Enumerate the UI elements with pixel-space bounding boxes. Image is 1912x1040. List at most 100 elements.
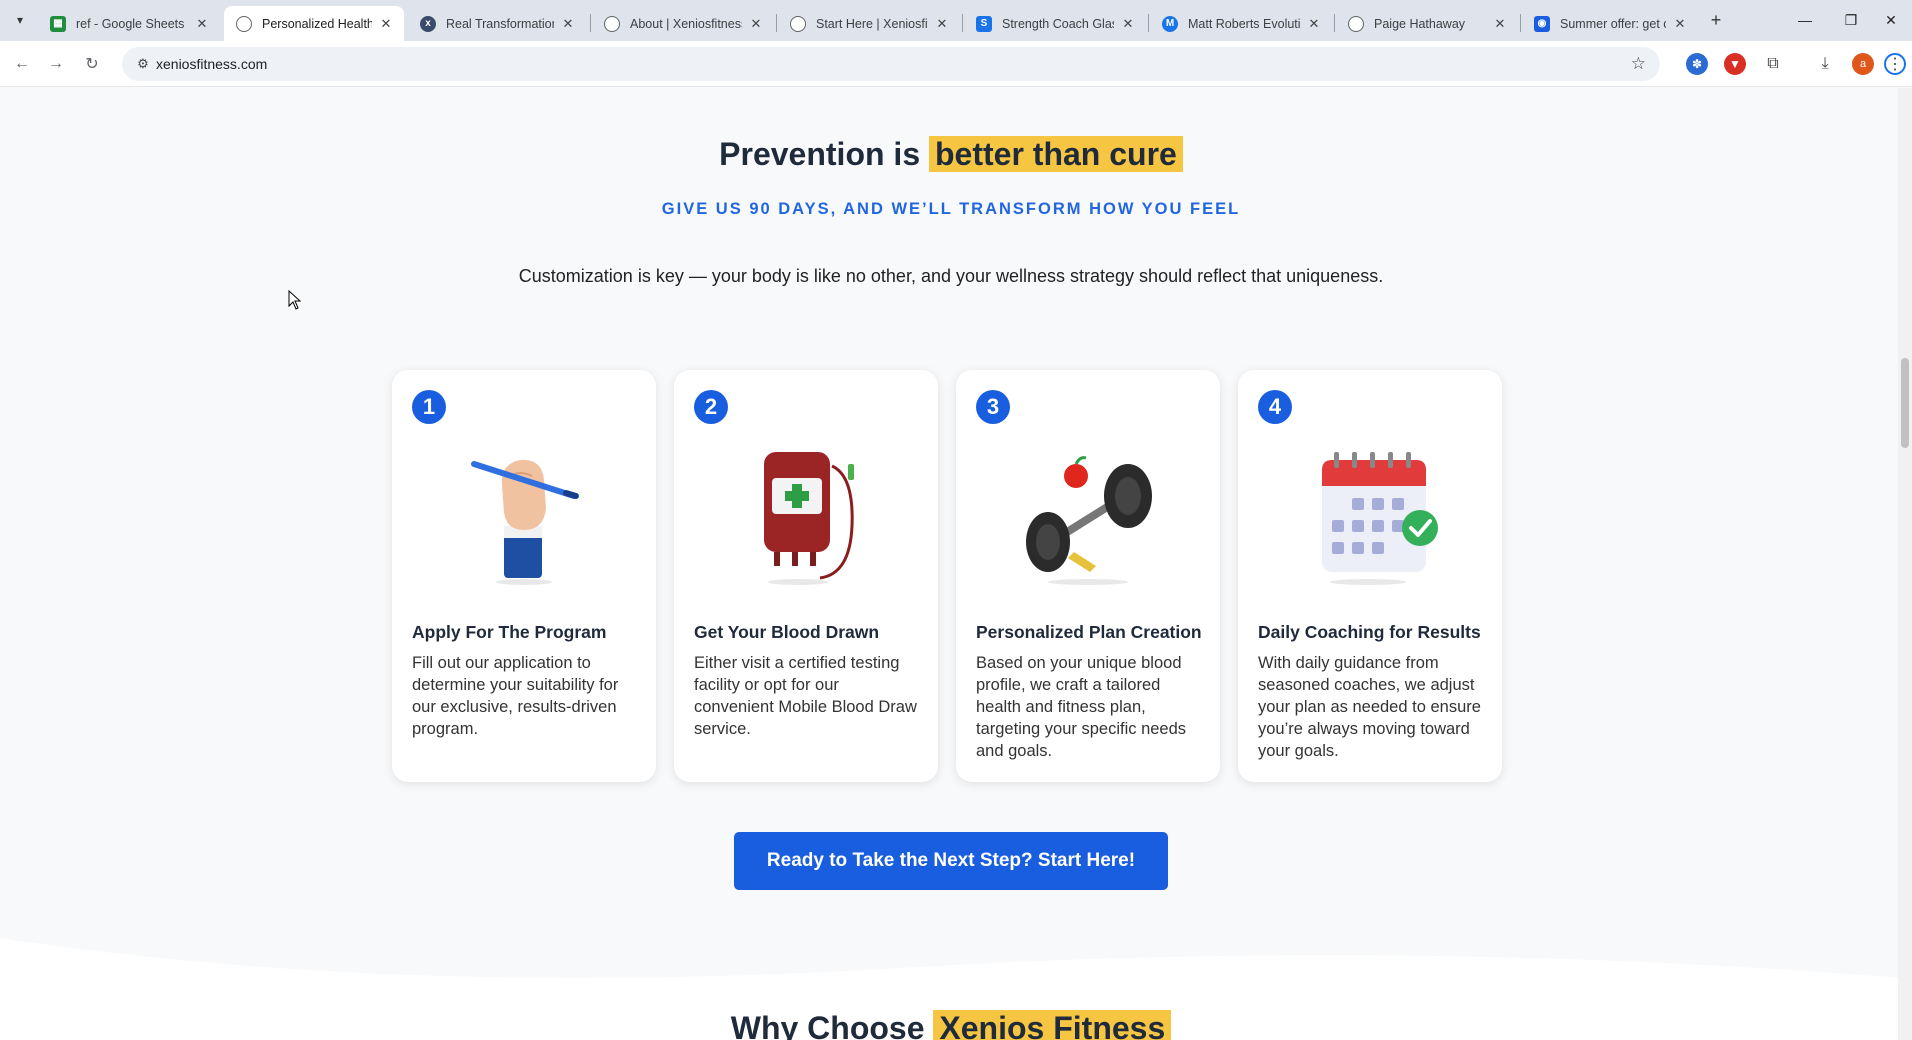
minimize-icon: — — [1798, 12, 1812, 28]
tab-title: ref - Google Sheets — [76, 16, 185, 31]
mouse-cursor-icon — [288, 290, 302, 310]
sheets-icon: ▦ — [50, 15, 66, 32]
heading-prefix: Why Choose — [730, 1010, 925, 1040]
tab-strip: ▾ ▦ ref - Google Sheets ✕ Personalized H… — [0, 0, 1912, 41]
dumbbell-icon — [1026, 456, 1152, 585]
step-description: Based on your unique blood profile, we c… — [976, 654, 1187, 760]
back-button[interactable]: ← — [8, 50, 36, 78]
close-icon[interactable]: ✕ — [1492, 16, 1508, 32]
minimize-button[interactable]: — — [1782, 0, 1828, 40]
address-bar[interactable]: ⚙ xeniosfitness.com ☆ — [122, 47, 1660, 81]
close-icon[interactable]: ✕ — [1120, 16, 1136, 32]
step-card-3: 3 Personalized Plan Creation Based on yo… — [956, 370, 1220, 782]
tab-title: Summer offer: get on — [1560, 16, 1666, 31]
tab-1[interactable]: Personalized Health C ✕ — [224, 6, 404, 41]
globe-icon — [790, 15, 806, 32]
m-icon: M — [1162, 15, 1178, 32]
close-icon[interactable]: ✕ — [934, 16, 950, 32]
close-icon[interactable]: ✕ — [194, 16, 210, 32]
start-here-button[interactable]: Ready to Take the Next Step? Start Here! — [734, 832, 1168, 890]
globe-icon — [1348, 15, 1364, 32]
tab-title: Start Here | Xeniosfitn — [816, 16, 928, 31]
close-icon[interactable]: ✕ — [1672, 16, 1688, 32]
reload-icon: ↻ — [85, 56, 99, 73]
close-icon[interactable]: ✕ — [560, 16, 576, 32]
step-card-2: 2 Get Your Blood Drawn Either visit a ce… — [674, 370, 938, 782]
new-tab-button[interactable]: + — [1704, 8, 1728, 32]
profile-avatar[interactable]: a — [1852, 53, 1874, 75]
tab-title: Personalized Health C — [262, 16, 372, 31]
download-icon[interactable]: ⤓ — [1814, 53, 1836, 75]
extension-icon[interactable]: ✽ — [1686, 53, 1708, 75]
tab-divider — [1148, 14, 1149, 32]
forward-button[interactable]: → — [42, 50, 70, 78]
page-scrollbar[interactable] — [1898, 88, 1912, 1040]
tab-6[interactable]: M Matt Roberts Evolutio ✕ — [1150, 6, 1332, 41]
shield-extension-icon[interactable]: ▼ — [1724, 53, 1746, 75]
section-subheading: GIVE US 90 DAYS, AND WE’LL TRANSFORM HOW… — [661, 200, 1241, 218]
url-text[interactable]: xeniosfitness.com — [156, 56, 267, 72]
tab-2[interactable]: x Real Transformations ✕ — [408, 6, 586, 41]
scrollbar-thumb[interactable] — [1901, 358, 1909, 448]
tab-3[interactable]: About | Xeniosfitness ✕ — [592, 6, 774, 41]
arrow-right-icon: → — [48, 55, 64, 72]
step-title: Daily Coaching for Results — [1258, 622, 1481, 642]
tab-title: Matt Roberts Evolutio — [1188, 16, 1300, 31]
arrow-left-icon: ← — [14, 55, 30, 72]
globe-icon — [236, 15, 252, 32]
tab-4[interactable]: Start Here | Xeniosfitn ✕ — [778, 6, 960, 41]
step-card-1: 1 Apply For The Program Fill out our app… — [392, 370, 656, 782]
tab-divider — [776, 14, 777, 32]
tab-divider — [1334, 14, 1335, 32]
section-heading: Prevention is better than cure — [0, 136, 1902, 173]
close-icon[interactable]: ✕ — [378, 16, 394, 32]
tab-8[interactable]: ◉ Summer offer: get on ✕ — [1522, 6, 1698, 41]
calendar-check-icon — [1322, 452, 1438, 585]
step-number-badge: 2 — [694, 390, 728, 424]
step-number-badge: 1 — [412, 390, 446, 424]
step-number-badge: 3 — [976, 390, 1010, 424]
reload-button[interactable]: ↻ — [78, 50, 106, 78]
tab-0[interactable]: ▦ ref - Google Sheets ✕ — [38, 6, 220, 41]
plus-icon: + — [1710, 9, 1722, 30]
blood-bag-icon — [764, 452, 854, 585]
step-description: Fill out our application to determine yo… — [412, 654, 619, 738]
tab-7[interactable]: Paige Hathaway ✕ — [1336, 6, 1518, 41]
blue-icon: ◉ — [1534, 15, 1550, 32]
restore-icon: ❐ — [1844, 11, 1858, 28]
tab-title: Strength Coach Glasg — [1002, 16, 1114, 31]
tab-divider — [590, 14, 591, 32]
puzzle-icon[interactable]: ⧉ — [1762, 53, 1784, 75]
hand-pencil-icon — [471, 459, 579, 585]
tab-5[interactable]: S Strength Coach Glasg ✕ — [964, 6, 1146, 41]
tab-divider — [1520, 14, 1521, 32]
more-menu-icon[interactable]: ⋮ — [1884, 53, 1906, 75]
tab-title: About | Xeniosfitness — [630, 16, 742, 31]
step-title: Personalized Plan Creation — [976, 622, 1202, 642]
next-section-heading: Why Choose Xenios Fitness — [0, 1010, 1902, 1040]
page-content: Prevention is better than cure GIVE US 9… — [0, 88, 1912, 1040]
bookmark-star-icon[interactable]: ☆ — [1631, 54, 1646, 74]
close-window-button[interactable]: ✕ — [1868, 0, 1912, 40]
step-title: Apply For The Program — [412, 622, 607, 642]
tab-divider — [962, 14, 963, 32]
s-icon: S — [976, 15, 992, 32]
tab-title: Paige Hathaway — [1374, 16, 1466, 31]
xenios-icon: x — [420, 15, 436, 32]
heading-prefix: Prevention is — [719, 136, 921, 172]
step-description: Either visit a certified testing facilit… — [694, 654, 917, 738]
step-description: With daily guidance from seasoned coache… — [1258, 654, 1481, 760]
tab-title: Real Transformations — [446, 16, 554, 31]
heading-highlight: better than cure — [929, 136, 1183, 172]
step-title: Get Your Blood Drawn — [694, 622, 880, 642]
close-icon[interactable]: ✕ — [1306, 16, 1322, 32]
globe-icon — [604, 15, 620, 32]
close-icon[interactable]: ✕ — [748, 16, 764, 32]
section-intro: Customization is key — your body is like… — [518, 266, 1384, 286]
step-number-badge: 4 — [1258, 390, 1292, 424]
close-icon: ✕ — [1885, 11, 1897, 28]
site-settings-icon[interactable]: ⚙ — [134, 55, 152, 73]
browser-toolbar: ← → ↻ ⚙ xeniosfitness.com ☆ ✽ ▼ ⧉ ⤓ a ⋮ — [0, 41, 1912, 87]
tab-search-button[interactable]: ▾ — [8, 8, 32, 32]
heading-highlight: Xenios Fitness — [933, 1010, 1172, 1040]
